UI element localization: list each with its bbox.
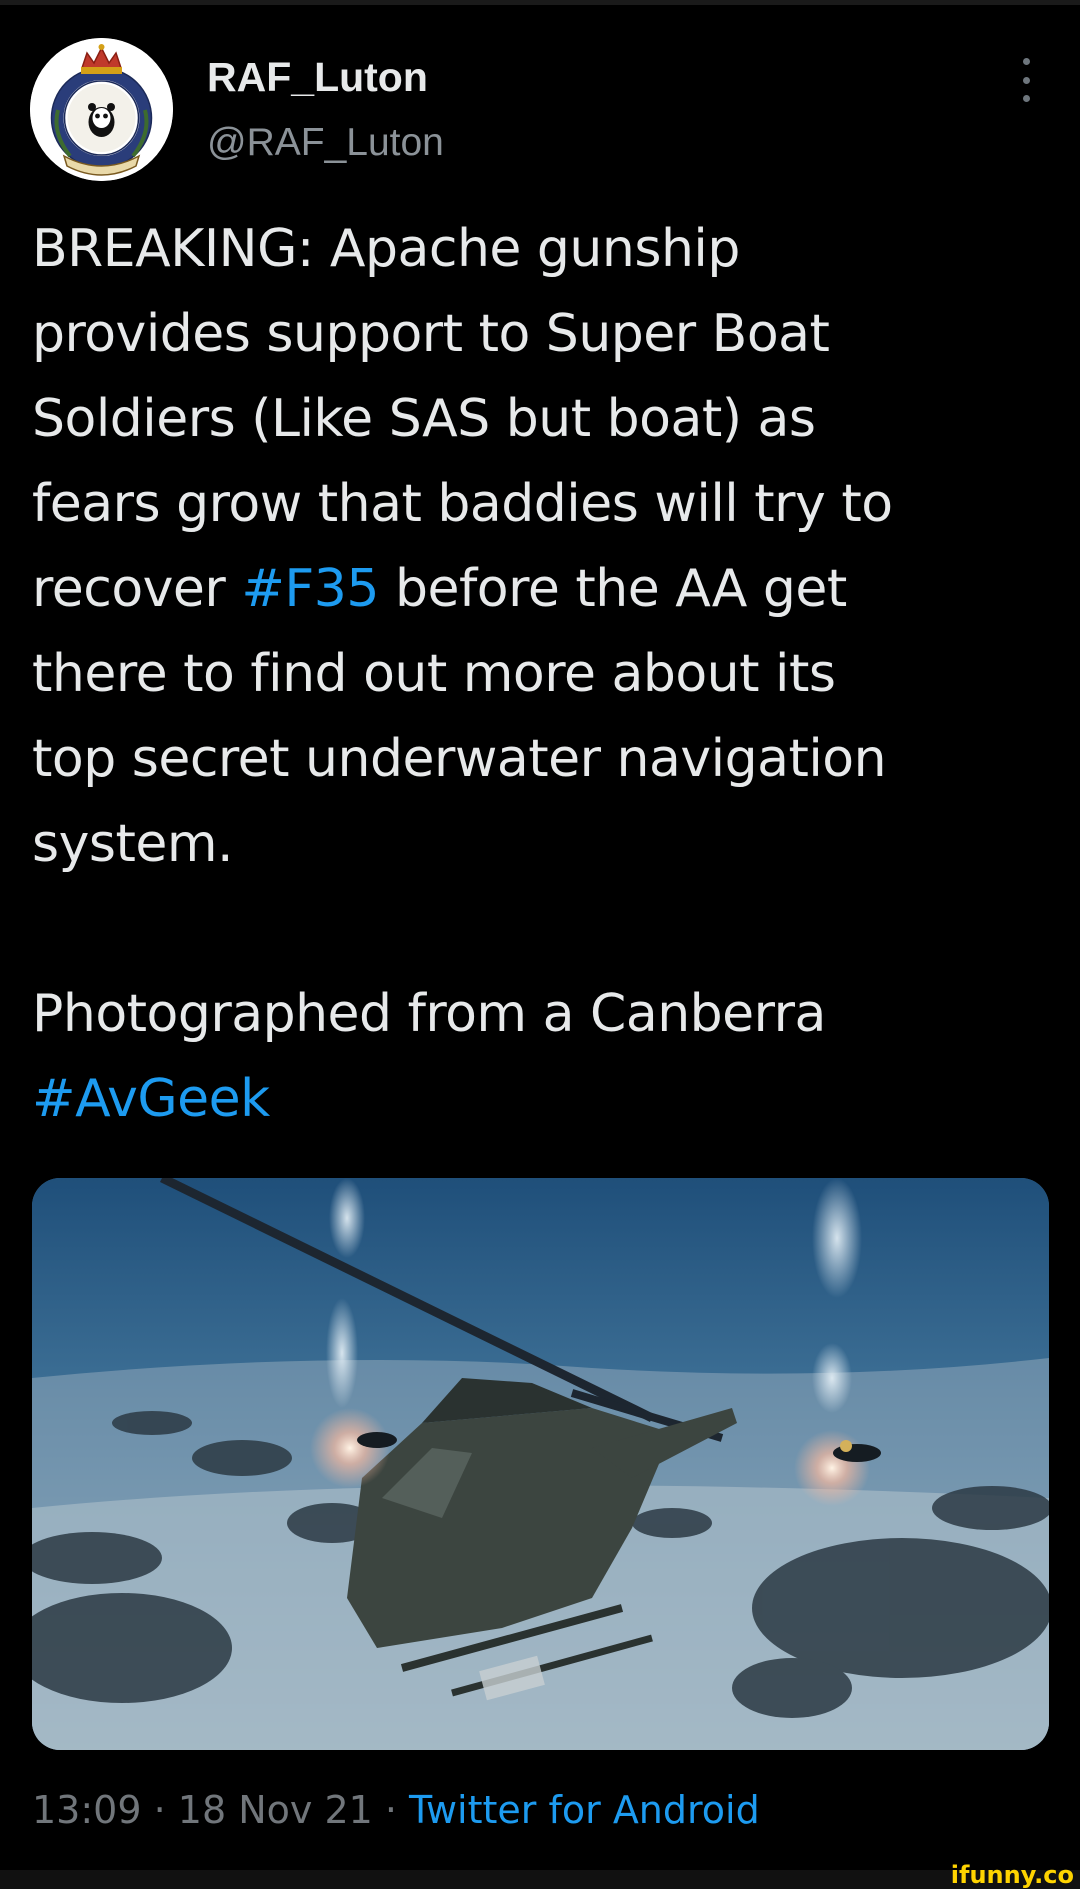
tweet-text-segment: system. [32, 814, 234, 874]
raf-squadron-crest-icon [30, 38, 173, 181]
user-handle[interactable]: @RAF_Luton [207, 118, 444, 168]
tweet-text-segment: Photographed from a Canberra [32, 984, 826, 1044]
meta-separator: · [372, 1788, 410, 1832]
tweet-text-line: #AvGeek [32, 1057, 1052, 1142]
tweet-text-segment: provides support to Super Boat [32, 304, 830, 364]
tweet-text-segment: BREAKING: Apache gunship [32, 219, 740, 279]
tweet-text-segment: there to find out more about its [32, 644, 836, 704]
watermark-bar [0, 1870, 1080, 1889]
tweet-text-line: BREAKING: Apache gunship [32, 207, 1052, 292]
tweet-text-segment: top secret underwater navigation [32, 729, 887, 789]
tweet-text-line: fears grow that baddies will try to [32, 462, 1052, 547]
tweet-text-segment: recover [32, 559, 242, 619]
tweet-text-segment: fears grow that baddies will try to [32, 474, 893, 534]
tweet-text-line: Photographed from a Canberra [32, 972, 1052, 1057]
meta-separator: · [141, 1788, 178, 1832]
tweet-photo[interactable] [32, 1178, 1049, 1750]
tweet-text-segment: before the AA get [378, 559, 847, 619]
tweet-text-line: top secret underwater navigation [32, 717, 1052, 802]
more-vertical-icon[interactable] [1015, 58, 1037, 102]
tweet-meta: 13:09 · 18 Nov 21 · Twitter for Android [32, 1782, 760, 1838]
hashtag-link[interactable]: #AvGeek [32, 1069, 270, 1129]
tweet-text-line: Soldiers (Like SAS but boat) as [32, 377, 1052, 462]
tweet-text-line: recover #F35 before the AA get [32, 547, 1052, 632]
tweet-time[interactable]: 13:09 [32, 1788, 142, 1832]
top-divider [0, 0, 1080, 5]
avatar[interactable] [30, 38, 173, 181]
tweet-date[interactable]: 18 Nov 21 [178, 1788, 373, 1832]
tweet-text-line [32, 887, 1052, 972]
tweet-text-segment: Soldiers (Like SAS but boat) as [32, 389, 816, 449]
display-name[interactable]: RAF_Luton [207, 52, 428, 102]
underwater-helicopter-photo [32, 1178, 1049, 1750]
tweet-text-line: system. [32, 802, 1052, 887]
ifunny-watermark: ifunny.co [950, 1861, 1074, 1889]
tweet-text-line: provides support to Super Boat [32, 292, 1052, 377]
tweet-text: BREAKING: Apache gunship provides support… [32, 207, 1052, 1142]
tweet-source-link[interactable]: Twitter for Android [409, 1788, 760, 1832]
hashtag-link[interactable]: #F35 [241, 559, 379, 619]
tweet-text-line: there to find out more about its [32, 632, 1052, 717]
